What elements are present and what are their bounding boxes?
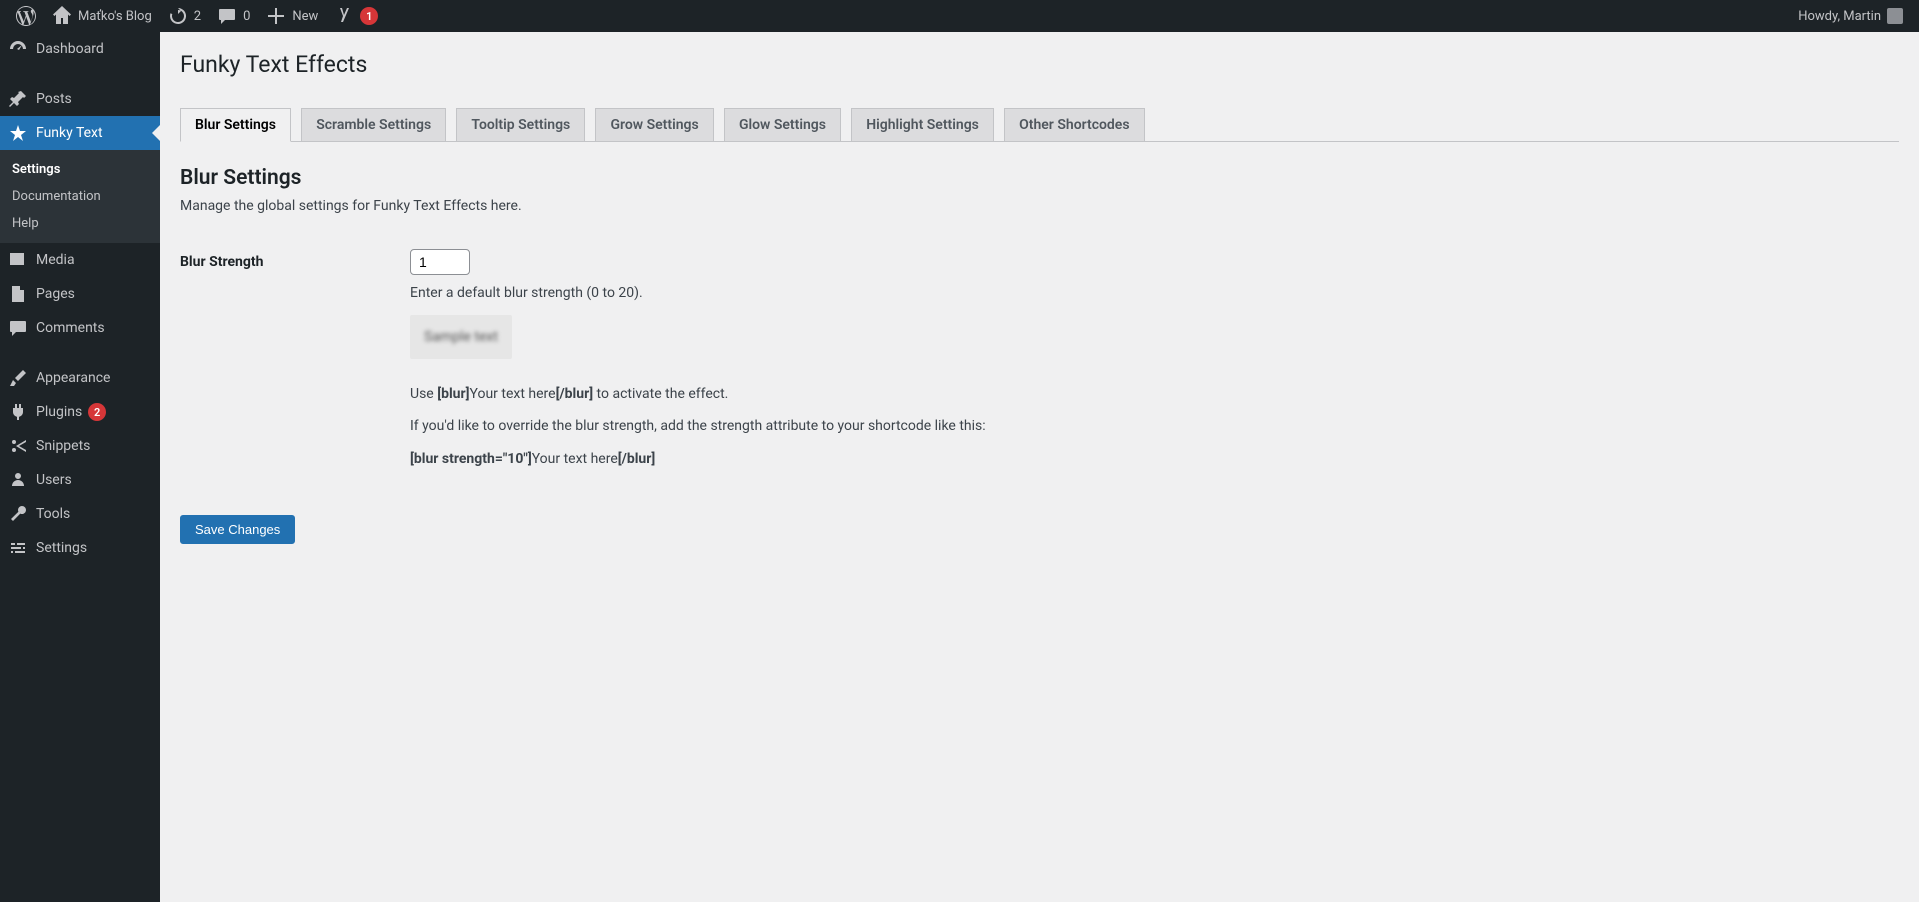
sidebar-item-users[interactable]: Users xyxy=(0,463,160,497)
howdy-text: Howdy, Martin xyxy=(1798,9,1881,24)
site-link[interactable]: Maťko's Blog xyxy=(44,0,160,32)
sidebar-item-label: Pages xyxy=(36,278,75,310)
media-icon xyxy=(0,250,36,270)
updates-link[interactable]: 2 xyxy=(160,0,209,32)
updates-count: 2 xyxy=(194,9,201,24)
admin-toolbar: Maťko's Blog 2 0 New 1 xyxy=(0,0,1919,32)
sidebar-item-label: Funky Text xyxy=(36,117,103,149)
comment-icon xyxy=(217,6,237,26)
sidebar-item-label: Posts xyxy=(36,83,72,115)
sidebar-item-comments[interactable]: Comments xyxy=(0,311,160,345)
comment-icon xyxy=(0,318,36,338)
dashboard-icon xyxy=(0,39,36,59)
brush-icon xyxy=(0,368,36,388)
account-link[interactable]: Howdy, Martin xyxy=(1790,0,1911,32)
sample-text: Sample text xyxy=(424,329,498,345)
scissors-icon xyxy=(0,436,36,456)
avatar xyxy=(1887,8,1903,24)
tab-tooltip[interactable]: Tooltip Settings xyxy=(456,108,585,141)
submenu-help[interactable]: Help xyxy=(0,210,160,237)
submenu-settings[interactable]: Settings xyxy=(0,156,160,183)
submenu-documentation[interactable]: Documentation xyxy=(0,183,160,210)
sidebar-item-label: Plugins xyxy=(36,396,82,428)
yoast-link[interactable]: 1 xyxy=(326,0,386,32)
tab-glow[interactable]: Glow Settings xyxy=(724,108,841,141)
sidebar-item-pages[interactable]: Pages xyxy=(0,277,160,311)
sidebar-item-plugins[interactable]: Plugins 2 xyxy=(0,395,160,429)
sidebar-item-label: Media xyxy=(36,244,75,276)
sidebar-item-label: Settings xyxy=(36,532,87,564)
comments-count: 0 xyxy=(243,9,250,24)
override-example: [blur strength="10"]Your text here[/blur… xyxy=(410,448,1889,470)
section-title: Blur Settings xyxy=(180,166,1899,190)
settings-tabs: Blur Settings Scramble Settings Tooltip … xyxy=(180,98,1899,142)
tab-grow[interactable]: Grow Settings xyxy=(595,108,713,141)
sidebar-item-tools[interactable]: Tools xyxy=(0,497,160,531)
blur-strength-hint: Enter a default blur strength (0 to 20). xyxy=(410,285,1889,301)
wrench-icon xyxy=(0,504,36,524)
content-area: Funky Text Effects Blur Settings Scrambl… xyxy=(160,0,1919,584)
tab-other[interactable]: Other Shortcodes xyxy=(1004,108,1144,141)
comments-link[interactable]: 0 xyxy=(209,0,258,32)
save-button[interactable]: Save Changes xyxy=(180,515,295,544)
sidebar-item-media[interactable]: Media xyxy=(0,243,160,277)
blur-strength-label: Blur Strength xyxy=(180,234,400,485)
override-intro: If you'd like to override the blur stren… xyxy=(410,415,1889,437)
tab-highlight[interactable]: Highlight Settings xyxy=(851,108,994,141)
sidebar-item-appearance[interactable]: Appearance xyxy=(0,361,160,395)
users-icon xyxy=(0,470,36,490)
funky-text-icon xyxy=(0,123,36,143)
sidebar-item-dashboard[interactable]: Dashboard xyxy=(0,32,160,66)
pin-icon xyxy=(0,89,36,109)
pages-icon xyxy=(0,284,36,304)
yoast-badge: 1 xyxy=(360,7,378,25)
funky-text-submenu: Settings Documentation Help xyxy=(0,150,160,243)
settings-form: Blur Strength Enter a default blur stren… xyxy=(180,234,1899,485)
section-description: Manage the global settings for Funky Tex… xyxy=(180,198,1899,214)
admin-sidebar: Dashboard Posts Funky Text Settings Docu… xyxy=(0,32,160,902)
tab-scramble[interactable]: Scramble Settings xyxy=(301,108,446,141)
sliders-icon xyxy=(0,538,36,558)
site-name: Maťko's Blog xyxy=(78,9,152,24)
sidebar-item-label: Appearance xyxy=(36,362,110,394)
tab-blur[interactable]: Blur Settings xyxy=(180,108,291,142)
wp-logo[interactable] xyxy=(8,0,44,32)
wordpress-icon xyxy=(16,6,36,26)
sidebar-item-posts[interactable]: Posts xyxy=(0,82,160,116)
usage-instruction: Use [blur]Your text here[/blur] to activ… xyxy=(410,383,1889,405)
sidebar-item-settings[interactable]: Settings xyxy=(0,531,160,565)
yoast-icon xyxy=(334,6,354,26)
sidebar-item-label: Tools xyxy=(36,498,70,530)
plus-icon xyxy=(266,6,286,26)
blur-strength-input[interactable] xyxy=(410,249,470,275)
home-icon xyxy=(52,6,72,26)
sidebar-item-snippets[interactable]: Snippets xyxy=(0,429,160,463)
sample-preview: Sample text xyxy=(410,315,512,359)
sidebar-item-label: Users xyxy=(36,464,72,496)
page-title: Funky Text Effects xyxy=(180,42,1899,98)
sidebar-item-funky-text[interactable]: Funky Text xyxy=(0,116,160,150)
sidebar-item-label: Dashboard xyxy=(36,33,104,65)
plugins-update-badge: 2 xyxy=(88,403,106,421)
sidebar-item-label: Comments xyxy=(36,312,105,344)
new-label: New xyxy=(292,9,318,24)
new-content-link[interactable]: New xyxy=(258,0,326,32)
sidebar-item-label: Snippets xyxy=(36,430,90,462)
refresh-icon xyxy=(168,6,188,26)
plugin-icon xyxy=(0,402,36,422)
